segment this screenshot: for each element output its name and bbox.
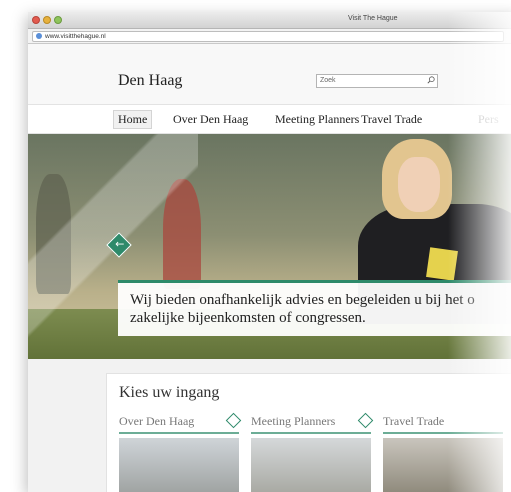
search-input[interactable]: Zoek bbox=[316, 74, 438, 88]
nav-item-home[interactable]: Home bbox=[113, 110, 153, 129]
minimize-window-button[interactable] bbox=[43, 16, 51, 24]
window-controls bbox=[32, 16, 62, 24]
site-logo[interactable]: Den Haag bbox=[118, 72, 182, 90]
entry-card-travel-trade[interactable]: Travel Trade bbox=[383, 414, 503, 492]
entry-panel: Kies uw ingang Over Den Haag Meeting Pla… bbox=[106, 373, 511, 492]
entry-image bbox=[119, 438, 239, 492]
notebook bbox=[426, 247, 458, 281]
face bbox=[398, 157, 440, 212]
browser-window: Visit The Hague www.visitthehague.nl Den… bbox=[28, 12, 511, 492]
entry-underline bbox=[251, 432, 371, 434]
nav-item-pers[interactable]: Pers bbox=[478, 112, 499, 127]
zoom-window-button[interactable] bbox=[54, 16, 62, 24]
entry-section: Kies uw ingang Over Den Haag Meeting Pla… bbox=[28, 359, 511, 492]
search-icon[interactable] bbox=[427, 76, 435, 84]
hero-banner: ← Wij bieden onafhankelijk advies en beg… bbox=[28, 134, 511, 359]
search-placeholder: Zoek bbox=[320, 77, 336, 84]
entry-label: Meeting Planners bbox=[251, 414, 336, 428]
title-bar: Visit The Hague bbox=[28, 12, 511, 29]
close-window-button[interactable] bbox=[32, 16, 40, 24]
nav-item-over-den-haag[interactable]: Over Den Haag bbox=[173, 112, 248, 127]
url-field[interactable]: www.visitthehague.nl bbox=[32, 31, 504, 42]
entry-label: Travel Trade bbox=[383, 414, 445, 428]
entry-title: Kies uw ingang bbox=[119, 384, 220, 401]
hero-caption: Wij bieden onafhankelijk advies en begel… bbox=[118, 280, 511, 336]
nav-item-meeting-planners[interactable]: Meeting Planners bbox=[275, 112, 359, 127]
entry-image bbox=[383, 438, 503, 492]
arrow-left-icon: ← bbox=[115, 237, 125, 251]
url-text: www.visitthehague.nl bbox=[45, 33, 106, 40]
entry-underline bbox=[383, 432, 503, 434]
globe-icon bbox=[36, 33, 42, 39]
entry-card-over-den-haag[interactable]: Over Den Haag bbox=[119, 412, 242, 492]
window-title: Visit The Hague bbox=[348, 15, 398, 22]
nav-item-travel-trade[interactable]: Travel Trade bbox=[361, 112, 422, 127]
entry-label: Over Den Haag bbox=[119, 414, 195, 428]
entry-image bbox=[251, 438, 371, 492]
address-bar: www.visitthehague.nl bbox=[28, 29, 511, 44]
entry-card-meeting-planners[interactable]: Meeting Planners bbox=[251, 412, 374, 492]
main-navigation: Home Over Den Haag Meeting Planners Trav… bbox=[28, 104, 511, 134]
site-header: Den Haag Zoek bbox=[28, 44, 511, 104]
entry-underline bbox=[119, 432, 239, 434]
